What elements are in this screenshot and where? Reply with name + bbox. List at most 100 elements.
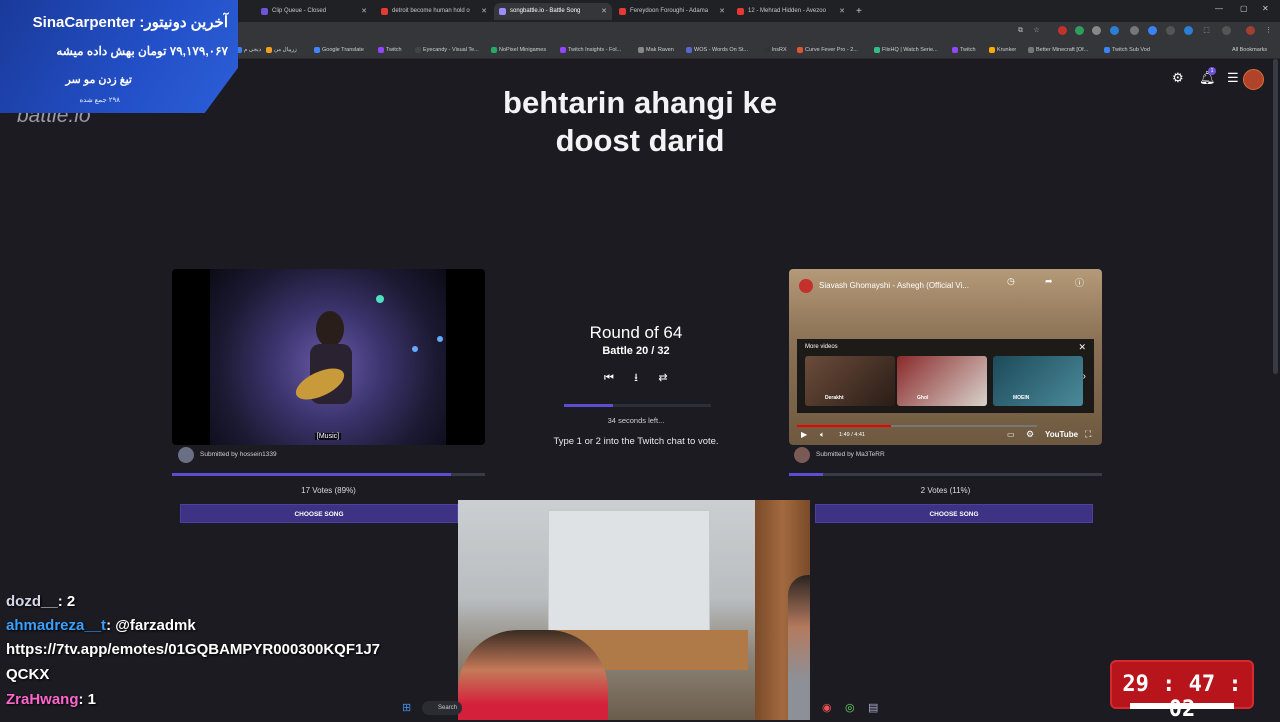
bookmark-icon [378, 47, 384, 53]
avatar[interactable] [1243, 69, 1264, 90]
bookmark[interactable]: lnsRX [764, 42, 787, 58]
star-icon[interactable]: ☆ [1032, 26, 1041, 35]
close-icon[interactable]: ✕ [601, 3, 607, 20]
minimize-icon[interactable]: — [1215, 4, 1223, 13]
bookmark[interactable]: FlixHQ | Watch Serie... [874, 42, 938, 58]
countdown-fill [564, 404, 613, 407]
extension-icon[interactable] [1130, 26, 1139, 35]
app-icon[interactable]: ◎ [845, 701, 855, 714]
chat-text: https://7tv.app/emotes/01GQBAMPYR000300K… [6, 641, 381, 658]
more-menu-icon[interactable]: ⋮ [1264, 26, 1273, 35]
all-bookmarks[interactable]: All Bookmarks [1224, 42, 1267, 58]
youtube-logo[interactable]: YouTube [1045, 430, 1078, 439]
chat-message: ahmadreza__t: @farzadmk [6, 617, 196, 634]
tab-detroit[interactable]: detroit become human hold o ✕ [376, 3, 492, 20]
thumbnail-label: Ghol [917, 395, 929, 401]
close-icon[interactable]: ✕ [1078, 342, 1086, 353]
extension-icon[interactable] [1148, 26, 1157, 35]
extension-icon[interactable] [1058, 26, 1067, 35]
gear-icon[interactable]: ⚙ [1026, 429, 1034, 440]
bookmark[interactable]: Twitch Insights - Fol... [560, 42, 621, 58]
tab-fereydoon[interactable]: Fereydoon Foroughi - Adama ✕ [614, 3, 730, 20]
submitter-text: Submitted by Ma3TeRR [816, 451, 885, 458]
bookmark[interactable]: NoPixel Minigames [491, 42, 546, 58]
bookmark-icon [764, 47, 770, 53]
profile-icon[interactable] [1222, 26, 1231, 35]
bookmark[interactable]: Twitch [952, 42, 976, 58]
extension-icon[interactable] [1110, 26, 1119, 35]
concert-video-frame: [Music] [210, 269, 446, 445]
bookmark-label: Twitch Sub Vod [1112, 47, 1150, 53]
cast-icon[interactable]: ⧉ [1016, 26, 1025, 35]
bookmark-icon [1028, 47, 1034, 53]
extension-icon[interactable] [1166, 26, 1175, 35]
video-title[interactable]: Siavash Ghomayshi - Ashegh (Official Vi.… [819, 281, 969, 290]
gear-icon[interactable]: ⚙ [1172, 70, 1184, 86]
previous-icon[interactable]: ⏮ [602, 371, 616, 385]
performer-silhouette [295, 295, 443, 404]
tab-label: Clip Queue - Closed [272, 8, 327, 14]
taskbar-search[interactable]: Search [422, 701, 462, 715]
bookmark[interactable]: Twitch [378, 42, 402, 58]
bookmark[interactable]: Twitch Sub Vod [1104, 42, 1150, 58]
seconds-left: 34 seconds left... [607, 416, 665, 425]
bookmark[interactable]: Curve Fever Pro - 2... [797, 42, 858, 58]
extensions-puzzle-icon[interactable]: ⬚ [1202, 26, 1211, 35]
clock-icon[interactable]: ◷ [1007, 276, 1015, 287]
avatar[interactable] [1246, 26, 1255, 35]
choose-song-button-left[interactable]: CHOOSE SONG [180, 504, 458, 523]
extension-icon[interactable] [1075, 26, 1084, 35]
info-icon[interactable]: ⓘ [1075, 276, 1084, 289]
close-icon[interactable]: ✕ [839, 3, 845, 20]
video-thumbnail[interactable]: MOEIN [993, 356, 1083, 406]
bookmark[interactable]: Better Minecraft [Of... [1028, 42, 1088, 58]
bookmark-icon [1104, 47, 1110, 53]
bookmark[interactable]: WOS - Words On St... [686, 42, 748, 58]
video-thumbnail[interactable]: Ghol [897, 356, 987, 406]
video-progress-bar[interactable] [797, 425, 1037, 427]
chevron-right-icon[interactable]: › [1083, 371, 1086, 382]
volume-icon[interactable]: 🔈︎ [820, 430, 825, 440]
bookmark[interactable]: Mak Raven [638, 42, 674, 58]
close-icon[interactable]: ✕ [361, 3, 367, 20]
extension-icon[interactable] [1092, 26, 1101, 35]
bookmark[interactable]: زرپیال من [266, 42, 297, 58]
download-icon[interactable]: ⭳ [629, 371, 643, 385]
youtube-tab-icon [619, 8, 626, 15]
scrollbar[interactable] [1273, 59, 1278, 374]
channel-avatar[interactable] [799, 279, 813, 293]
maximize-icon[interactable]: ▢ [1240, 4, 1248, 13]
close-window-icon[interactable]: ✕ [1262, 4, 1269, 13]
webcam-feed [458, 500, 810, 720]
bookmark[interactable]: دیجی م [236, 42, 261, 58]
bookmark-label: Twitch Insights - Fol... [568, 47, 622, 53]
close-icon[interactable]: ✕ [481, 3, 487, 20]
bookmark[interactable]: Eyecandy - Visual Te... [415, 42, 479, 58]
app-icon[interactable]: ▤ [868, 701, 878, 714]
subtitles-icon[interactable]: ▭ [1007, 430, 1015, 439]
app-icon[interactable]: ◉ [822, 701, 832, 714]
extension-icon[interactable] [1184, 26, 1193, 35]
songbattle-tab-icon [499, 8, 506, 15]
tab-mehrad[interactable]: 12 - Mehrad Hidden - Avezoo ✕ [732, 3, 850, 20]
share-icon[interactable]: ➦ [1045, 276, 1053, 287]
fullscreen-icon[interactable]: ⛶ [1085, 429, 1091, 440]
new-tab-button[interactable]: + [852, 3, 868, 20]
video-thumbnail[interactable]: Derakht [805, 356, 895, 406]
choose-song-button-right[interactable]: CHOOSE SONG [815, 504, 1093, 523]
right-video-player[interactable]: Siavash Ghomayshi - Ashegh (Official Vi.… [789, 269, 1102, 445]
bookmark[interactable]: Krunker [989, 42, 1016, 58]
shuffle-icon[interactable]: ⇄ [656, 371, 670, 385]
windows-start-icon[interactable]: ⊞ [402, 701, 414, 714]
tab-clip-queue[interactable]: Clip Queue - Closed ✕ [256, 3, 372, 20]
tab-songbattle[interactable]: songbattle.io - Battle Song ✕ [494, 3, 612, 20]
left-vote-count: 17 Votes (89%) [301, 486, 356, 495]
bookmark-label: زرپیال من [274, 47, 297, 53]
menu-icon[interactable]: ☰ [1227, 70, 1239, 86]
bookmark-label: Better Minecraft [Of... [1036, 47, 1089, 53]
left-video-player[interactable]: [Music] [172, 269, 485, 445]
play-icon[interactable]: ▶ [801, 430, 807, 439]
bookmark[interactable]: Google Translate [314, 42, 364, 58]
close-icon[interactable]: ✕ [719, 3, 725, 20]
bookmark-icon [314, 47, 320, 53]
